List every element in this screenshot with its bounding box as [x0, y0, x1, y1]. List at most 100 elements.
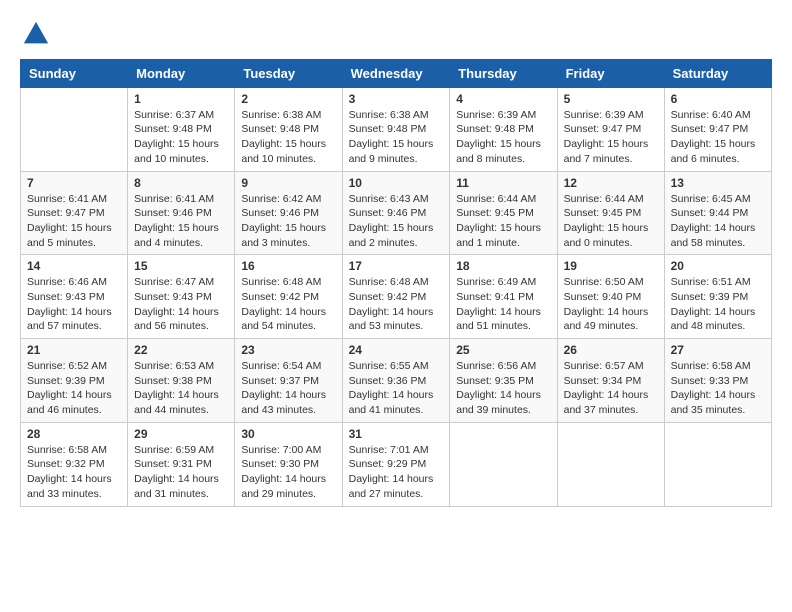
calendar-day-cell: 8 Sunrise: 6:41 AM Sunset: 9:46 PM Daylig…: [128, 171, 235, 255]
day-info: Sunrise: 6:38 AM Sunset: 9:48 PM Dayligh…: [349, 108, 444, 167]
calendar-week-row: 7 Sunrise: 6:41 AM Sunset: 9:47 PM Daylig…: [21, 171, 772, 255]
calendar-day-cell: 31Sunrise: 7:01 AM Sunset: 9:29 PM Dayli…: [342, 422, 450, 506]
calendar-day-cell: 10 Sunrise: 6:43 AM Sunset: 9:46 PM Dayli…: [342, 171, 450, 255]
calendar-day-cell: 30Sunrise: 7:00 AM Sunset: 9:30 PM Dayli…: [235, 422, 342, 506]
calendar-week-row: 1 Sunrise: 6:37 AM Sunset: 9:48 PM Daylig…: [21, 87, 772, 171]
calendar-day-cell: 2 Sunrise: 6:38 AM Sunset: 9:48 PM Daylig…: [235, 87, 342, 171]
day-number: 4: [456, 92, 550, 106]
day-info: Sunrise: 6:50 AM Sunset: 9:40 PM Dayligh…: [564, 275, 658, 334]
day-number: 12: [564, 176, 658, 190]
calendar-day-cell: 19 Sunrise: 6:50 AM Sunset: 9:40 PM Dayli…: [557, 255, 664, 339]
day-info: Sunrise: 6:42 AM Sunset: 9:46 PM Dayligh…: [241, 192, 335, 251]
weekday-header-cell: Wednesday: [342, 59, 450, 87]
day-info: Sunrise: 6:49 AM Sunset: 9:41 PM Dayligh…: [456, 275, 550, 334]
weekday-header-cell: Friday: [557, 59, 664, 87]
day-number: 19: [564, 259, 658, 273]
calendar-day-cell: 16Sunrise: 6:48 AM Sunset: 9:42 PM Dayli…: [235, 255, 342, 339]
day-info: Sunrise: 6:45 AM Sunset: 9:44 PM Dayligh…: [671, 192, 765, 251]
day-info: Sunrise: 6:58 AM Sunset: 9:32 PM Dayligh…: [27, 443, 121, 502]
day-number: 30: [241, 427, 335, 441]
day-info: Sunrise: 6:40 AM Sunset: 9:47 PM Dayligh…: [671, 108, 765, 167]
day-number: 1: [134, 92, 228, 106]
day-info: Sunrise: 6:46 AM Sunset: 9:43 PM Dayligh…: [27, 275, 121, 334]
day-info: Sunrise: 6:55 AM Sunset: 9:36 PM Dayligh…: [349, 359, 444, 418]
day-info: Sunrise: 6:41 AM Sunset: 9:46 PM Dayligh…: [134, 192, 228, 251]
day-number: 5: [564, 92, 658, 106]
day-info: Sunrise: 6:41 AM Sunset: 9:47 PM Dayligh…: [27, 192, 121, 251]
calendar-day-cell: 7 Sunrise: 6:41 AM Sunset: 9:47 PM Daylig…: [21, 171, 128, 255]
day-info: Sunrise: 6:53 AM Sunset: 9:38 PM Dayligh…: [134, 359, 228, 418]
calendar-day-cell: 20 Sunrise: 6:51 AM Sunset: 9:39 PM Dayli…: [664, 255, 771, 339]
calendar-day-cell: [450, 422, 557, 506]
calendar-day-cell: 28 Sunrise: 6:58 AM Sunset: 9:32 PM Dayli…: [21, 422, 128, 506]
calendar-day-cell: 27 Sunrise: 6:58 AM Sunset: 9:33 PM Dayli…: [664, 339, 771, 423]
calendar-day-cell: 9 Sunrise: 6:42 AM Sunset: 9:46 PM Daylig…: [235, 171, 342, 255]
day-info: Sunrise: 6:57 AM Sunset: 9:34 PM Dayligh…: [564, 359, 658, 418]
day-number: 17: [349, 259, 444, 273]
day-info: Sunrise: 6:37 AM Sunset: 9:48 PM Dayligh…: [134, 108, 228, 167]
day-number: 3: [349, 92, 444, 106]
day-number: 15: [134, 259, 228, 273]
calendar-day-cell: 23 Sunrise: 6:54 AM Sunset: 9:37 PM Dayli…: [235, 339, 342, 423]
day-info: Sunrise: 6:58 AM Sunset: 9:33 PM Dayligh…: [671, 359, 765, 418]
logo: [20, 20, 50, 53]
day-number: 18: [456, 259, 550, 273]
day-number: 2: [241, 92, 335, 106]
calendar-body: 1 Sunrise: 6:37 AM Sunset: 9:48 PM Daylig…: [21, 87, 772, 506]
calendar-day-cell: 29 Sunrise: 6:59 AM Sunset: 9:31 PM Dayli…: [128, 422, 235, 506]
calendar-day-cell: 15 Sunrise: 6:47 AM Sunset: 9:43 PM Dayli…: [128, 255, 235, 339]
day-number: 27: [671, 343, 765, 357]
day-info: Sunrise: 6:38 AM Sunset: 9:48 PM Dayligh…: [241, 108, 335, 167]
day-info: Sunrise: 6:59 AM Sunset: 9:31 PM Dayligh…: [134, 443, 228, 502]
day-info: Sunrise: 6:51 AM Sunset: 9:39 PM Dayligh…: [671, 275, 765, 334]
calendar-day-cell: 22 Sunrise: 6:53 AM Sunset: 9:38 PM Dayli…: [128, 339, 235, 423]
day-number: 23: [241, 343, 335, 357]
calendar-day-cell: 24 Sunrise: 6:55 AM Sunset: 9:36 PM Dayli…: [342, 339, 450, 423]
day-info: Sunrise: 6:39 AM Sunset: 9:48 PM Dayligh…: [456, 108, 550, 167]
weekday-header-cell: Saturday: [664, 59, 771, 87]
day-number: 22: [134, 343, 228, 357]
calendar-day-cell: 18 Sunrise: 6:49 AM Sunset: 9:41 PM Dayli…: [450, 255, 557, 339]
day-number: 11: [456, 176, 550, 190]
day-number: 20: [671, 259, 765, 273]
logo-icon: [22, 20, 50, 48]
calendar-day-cell: 25Sunrise: 6:56 AM Sunset: 9:35 PM Dayli…: [450, 339, 557, 423]
day-info: Sunrise: 6:43 AM Sunset: 9:46 PM Dayligh…: [349, 192, 444, 251]
weekday-header-cell: Sunday: [21, 59, 128, 87]
day-number: 10: [349, 176, 444, 190]
calendar-day-cell: 5 Sunrise: 6:39 AM Sunset: 9:47 PM Daylig…: [557, 87, 664, 171]
calendar-day-cell: 11 Sunrise: 6:44 AM Sunset: 9:45 PM Dayli…: [450, 171, 557, 255]
day-info: Sunrise: 6:56 AM Sunset: 9:35 PM Dayligh…: [456, 359, 550, 418]
calendar-day-cell: [21, 87, 128, 171]
calendar-day-cell: 26Sunrise: 6:57 AM Sunset: 9:34 PM Dayli…: [557, 339, 664, 423]
calendar-day-cell: 6 Sunrise: 6:40 AM Sunset: 9:47 PM Daylig…: [664, 87, 771, 171]
calendar-day-cell: [664, 422, 771, 506]
calendar-day-cell: 21Sunrise: 6:52 AM Sunset: 9:39 PM Dayli…: [21, 339, 128, 423]
day-number: 13: [671, 176, 765, 190]
day-number: 24: [349, 343, 444, 357]
page-header: [20, 20, 772, 53]
day-number: 8: [134, 176, 228, 190]
weekday-header-row: SundayMondayTuesdayWednesdayThursdayFrid…: [21, 59, 772, 87]
day-number: 7: [27, 176, 121, 190]
day-number: 28: [27, 427, 121, 441]
day-number: 31: [349, 427, 444, 441]
calendar-day-cell: 1 Sunrise: 6:37 AM Sunset: 9:48 PM Daylig…: [128, 87, 235, 171]
day-info: Sunrise: 6:54 AM Sunset: 9:37 PM Dayligh…: [241, 359, 335, 418]
day-info: Sunrise: 6:39 AM Sunset: 9:47 PM Dayligh…: [564, 108, 658, 167]
day-number: 14: [27, 259, 121, 273]
day-number: 29: [134, 427, 228, 441]
calendar-day-cell: [557, 422, 664, 506]
day-info: Sunrise: 6:52 AM Sunset: 9:39 PM Dayligh…: [27, 359, 121, 418]
day-info: Sunrise: 6:44 AM Sunset: 9:45 PM Dayligh…: [456, 192, 550, 251]
calendar-day-cell: 17Sunrise: 6:48 AM Sunset: 9:42 PM Dayli…: [342, 255, 450, 339]
weekday-header-cell: Tuesday: [235, 59, 342, 87]
calendar-week-row: 28 Sunrise: 6:58 AM Sunset: 9:32 PM Dayli…: [21, 422, 772, 506]
calendar-day-cell: 13 Sunrise: 6:45 AM Sunset: 9:44 PM Dayli…: [664, 171, 771, 255]
day-number: 6: [671, 92, 765, 106]
day-number: 9: [241, 176, 335, 190]
weekday-header-cell: Thursday: [450, 59, 557, 87]
day-info: Sunrise: 6:47 AM Sunset: 9:43 PM Dayligh…: [134, 275, 228, 334]
day-info: Sunrise: 6:44 AM Sunset: 9:45 PM Dayligh…: [564, 192, 658, 251]
calendar-table: SundayMondayTuesdayWednesdayThursdayFrid…: [20, 59, 772, 507]
